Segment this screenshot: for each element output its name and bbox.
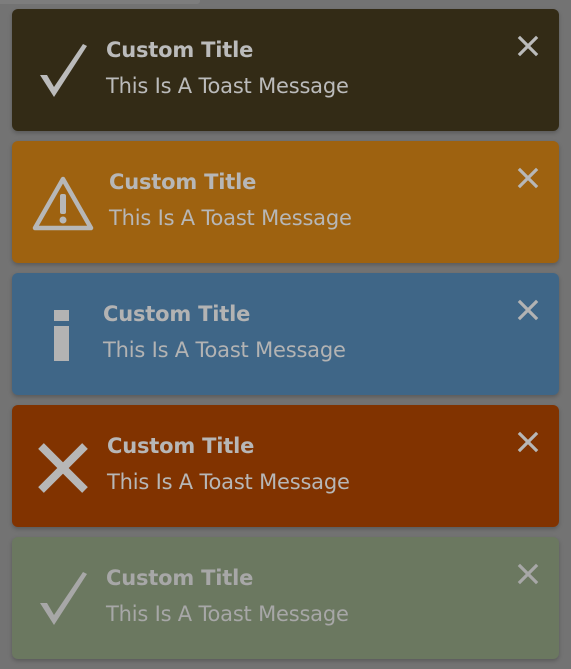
toast-warning: Custom Title This Is A Toast Message [12,141,559,263]
x-cross-icon [30,435,96,501]
close-icon [517,35,539,57]
close-button[interactable] [517,167,539,189]
info-icon [30,303,96,369]
toast-title: Custom Title [106,566,254,590]
toast-error: Custom Title This Is A Toast Message [12,405,559,527]
checkmark-icon [30,567,96,633]
toast-message: This Is A Toast Message [106,602,349,626]
checkmark-icon [30,39,96,105]
warning-triangle-icon [30,171,96,237]
close-button[interactable] [517,35,539,57]
close-icon [517,563,539,585]
toast-message: This Is A Toast Message [107,470,350,494]
top-edge [0,0,200,4]
close-button[interactable] [517,563,539,585]
close-button[interactable] [517,299,539,321]
close-icon [517,167,539,189]
toast-title: Custom Title [109,170,257,194]
close-icon [517,299,539,321]
close-icon [517,431,539,453]
toast-title: Custom Title [106,38,254,62]
toast-info: Custom Title This Is A Toast Message [12,273,559,395]
toast-title: Custom Title [107,434,255,458]
close-button[interactable] [517,431,539,453]
toast-message: This Is A Toast Message [109,206,352,230]
toast-message: This Is A Toast Message [106,74,349,98]
toast-success: Custom Title This Is A Toast Message [12,9,559,131]
toast-title: Custom Title [103,302,251,326]
toast-success-muted: Custom Title This Is A Toast Message [12,537,559,659]
toast-message: This Is A Toast Message [103,338,346,362]
